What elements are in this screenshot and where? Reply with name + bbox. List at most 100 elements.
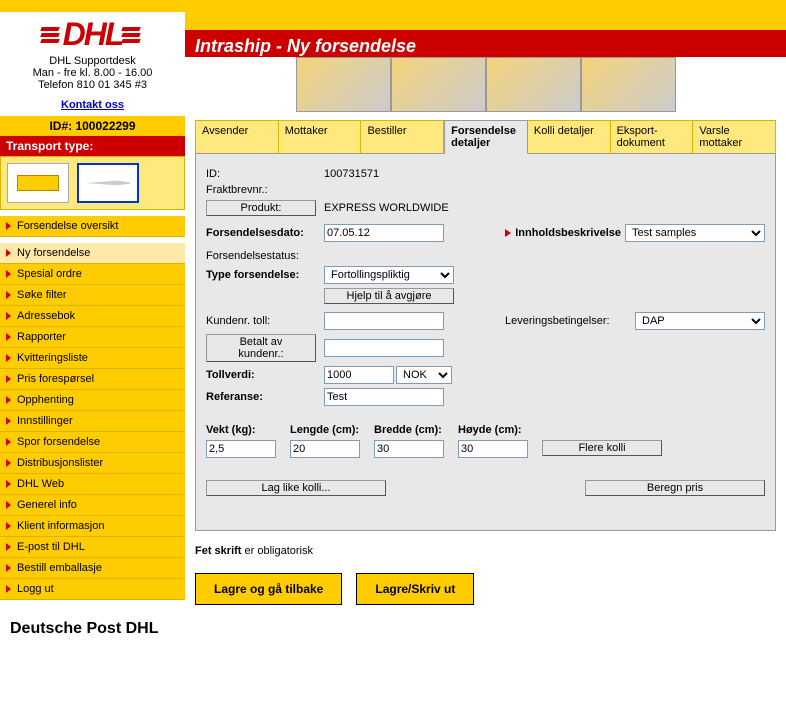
tab[interactable]: Avsender: [195, 120, 279, 154]
chevron-right-icon: [6, 543, 11, 551]
more-packages-button[interactable]: Flere kolli: [542, 440, 662, 456]
sidebar-item[interactable]: Bestill emballasje: [0, 558, 185, 579]
customs-value-input[interactable]: [324, 366, 394, 384]
chevron-right-icon: [6, 585, 11, 593]
sidebar-item[interactable]: Spor forsendelse: [0, 432, 185, 453]
content-desc-select[interactable]: Test samples: [625, 224, 765, 242]
sidebar-item-label: Innstillinger: [17, 415, 73, 427]
shipment-type-select[interactable]: Fortollingspliktig: [324, 266, 454, 284]
width-input[interactable]: [374, 440, 444, 458]
support-line: DHL Supportdesk: [0, 55, 185, 67]
length-input[interactable]: [290, 440, 360, 458]
support-info: DHL Supportdesk Man - fre kl. 8.00 - 16.…: [0, 55, 185, 111]
transport-type-selector: [0, 156, 185, 210]
sidebar-item-label: Kvitteringsliste: [17, 352, 88, 364]
sidebar-item[interactable]: E-post til DHL: [0, 537, 185, 558]
chevron-right-icon: [6, 417, 11, 425]
sidebar-item[interactable]: Søke filter: [0, 285, 185, 306]
sidebar-item[interactable]: Opphenting: [0, 390, 185, 411]
hero-image-icon: [581, 57, 676, 112]
status-label: Forsendelsestatus:: [206, 250, 324, 262]
waybill-label: Fraktbrevnr.:: [206, 184, 324, 196]
calculate-price-button[interactable]: Beregn pris: [585, 480, 765, 496]
chevron-right-icon: [6, 438, 11, 446]
shipment-type-label: Type forsendelse:: [206, 269, 324, 281]
product-button-wrap: Produkt:: [206, 200, 324, 216]
tab[interactable]: Mottaker: [279, 120, 362, 154]
sidebar-item[interactable]: Rapporter: [0, 327, 185, 348]
save-print-button[interactable]: Lagre/Skriv ut: [356, 573, 474, 605]
type-help-button[interactable]: Hjelp til å avgjøre: [324, 288, 454, 304]
tab[interactable]: Bestiller: [361, 120, 444, 154]
sidebar-item[interactable]: Logg ut: [0, 579, 185, 600]
reference-input[interactable]: [324, 388, 444, 406]
sidebar-item[interactable]: Kvitteringsliste: [0, 348, 185, 369]
sidebar: ID#: 100022299 Transport type: Forsendel…: [0, 116, 185, 658]
chevron-right-icon: [6, 222, 11, 230]
page-title: Intraship - Ny forsendelse: [195, 36, 776, 57]
chevron-right-icon: [6, 333, 11, 341]
sidebar-item-label: Spor forsendelse: [17, 436, 100, 448]
copy-packages-button[interactable]: Lag like kolli...: [206, 480, 386, 496]
sidebar-item[interactable]: Generel info: [0, 495, 185, 516]
chevron-right-icon: [505, 229, 511, 237]
paid-by-button[interactable]: Betalt av kundenr.:: [206, 334, 316, 362]
sidebar-item[interactable]: Distribusjonslister: [0, 453, 185, 474]
paid-by-input[interactable]: [324, 339, 444, 357]
chevron-right-icon: [6, 480, 11, 488]
sidebar-item-label: Rapporter: [17, 331, 66, 343]
customs-currency-select[interactable]: NOK: [396, 366, 452, 384]
chevron-right-icon: [6, 459, 11, 467]
chevron-right-icon: [6, 354, 11, 362]
product-value: EXPRESS WORLDWIDE: [324, 202, 449, 214]
delivery-terms-select[interactable]: DAP: [635, 312, 765, 330]
tab[interactable]: Varsle mottaker: [693, 120, 776, 154]
sidebar-item[interactable]: Spesial ordre: [0, 264, 185, 285]
contact-link[interactable]: Kontakt oss: [61, 99, 124, 111]
sidebar-item[interactable]: Klient informasjon: [0, 516, 185, 537]
chevron-right-icon: [6, 396, 11, 404]
sidebar-item[interactable]: Innstillinger: [0, 411, 185, 432]
chevron-right-icon: [6, 501, 11, 509]
sidebar-item-overview[interactable]: Forsendelse oversikt: [0, 216, 185, 237]
sidebar-item-label: Ny forsendelse: [17, 247, 90, 259]
sidebar-item-label: Søke filter: [17, 289, 67, 301]
sidebar-item[interactable]: Ny forsendelse: [0, 243, 185, 264]
tab[interactable]: Forsendelse detaljer: [444, 120, 528, 154]
tab-bar: AvsenderMottakerBestillerForsendelse det…: [195, 120, 776, 154]
sidebar-item[interactable]: DHL Web: [0, 474, 185, 495]
paid-by-button-wrap: Betalt av kundenr.:: [206, 334, 324, 362]
sidebar-item-label: Distribusjonslister: [17, 457, 103, 469]
sidebar-item-label: Logg ut: [17, 583, 54, 595]
content-desc-label: Innholdsbeskrivelse: [515, 227, 621, 239]
logo-column: DHL DHL Supportdesk Man - fre kl. 8.00 -…: [0, 12, 185, 116]
top-bar: [0, 0, 786, 12]
save-back-button[interactable]: Lagre og gå tilbake: [195, 573, 342, 605]
sidebar-item[interactable]: Adressebok: [0, 306, 185, 327]
hero-image-icon: [391, 57, 486, 112]
footer-logo: Deutsche Post DHL: [0, 600, 185, 658]
plane-icon: [86, 177, 130, 189]
tab[interactable]: Kolli detaljer: [528, 120, 611, 154]
shipment-date-input[interactable]: [324, 224, 444, 242]
weight-input[interactable]: [206, 440, 276, 458]
header-yellow-strip: [185, 12, 786, 30]
logo-stripes-icon: [41, 25, 59, 45]
header-imagery: [185, 57, 786, 116]
product-button[interactable]: Produkt:: [206, 200, 316, 216]
chevron-right-icon: [6, 270, 11, 278]
sidebar-item-label: Bestill emballasje: [17, 562, 102, 574]
tab[interactable]: Eksport-dokument: [611, 120, 694, 154]
hero-image-icon: [296, 57, 391, 112]
sidebar-item[interactable]: Pris forespørsel: [0, 369, 185, 390]
transport-truck-option[interactable]: [7, 163, 69, 203]
transport-plane-option[interactable]: [77, 163, 139, 203]
height-input[interactable]: [458, 440, 528, 458]
sidebar-item-label: Generel info: [17, 499, 77, 511]
sidebar-item-label: Adressebok: [17, 310, 75, 322]
customs-custno-input[interactable]: [324, 312, 444, 330]
logo-stripes-icon: [122, 25, 140, 45]
transport-type-header: Transport type:: [0, 136, 185, 156]
length-label: Lengde (cm):: [290, 424, 360, 436]
chevron-right-icon: [6, 249, 11, 257]
